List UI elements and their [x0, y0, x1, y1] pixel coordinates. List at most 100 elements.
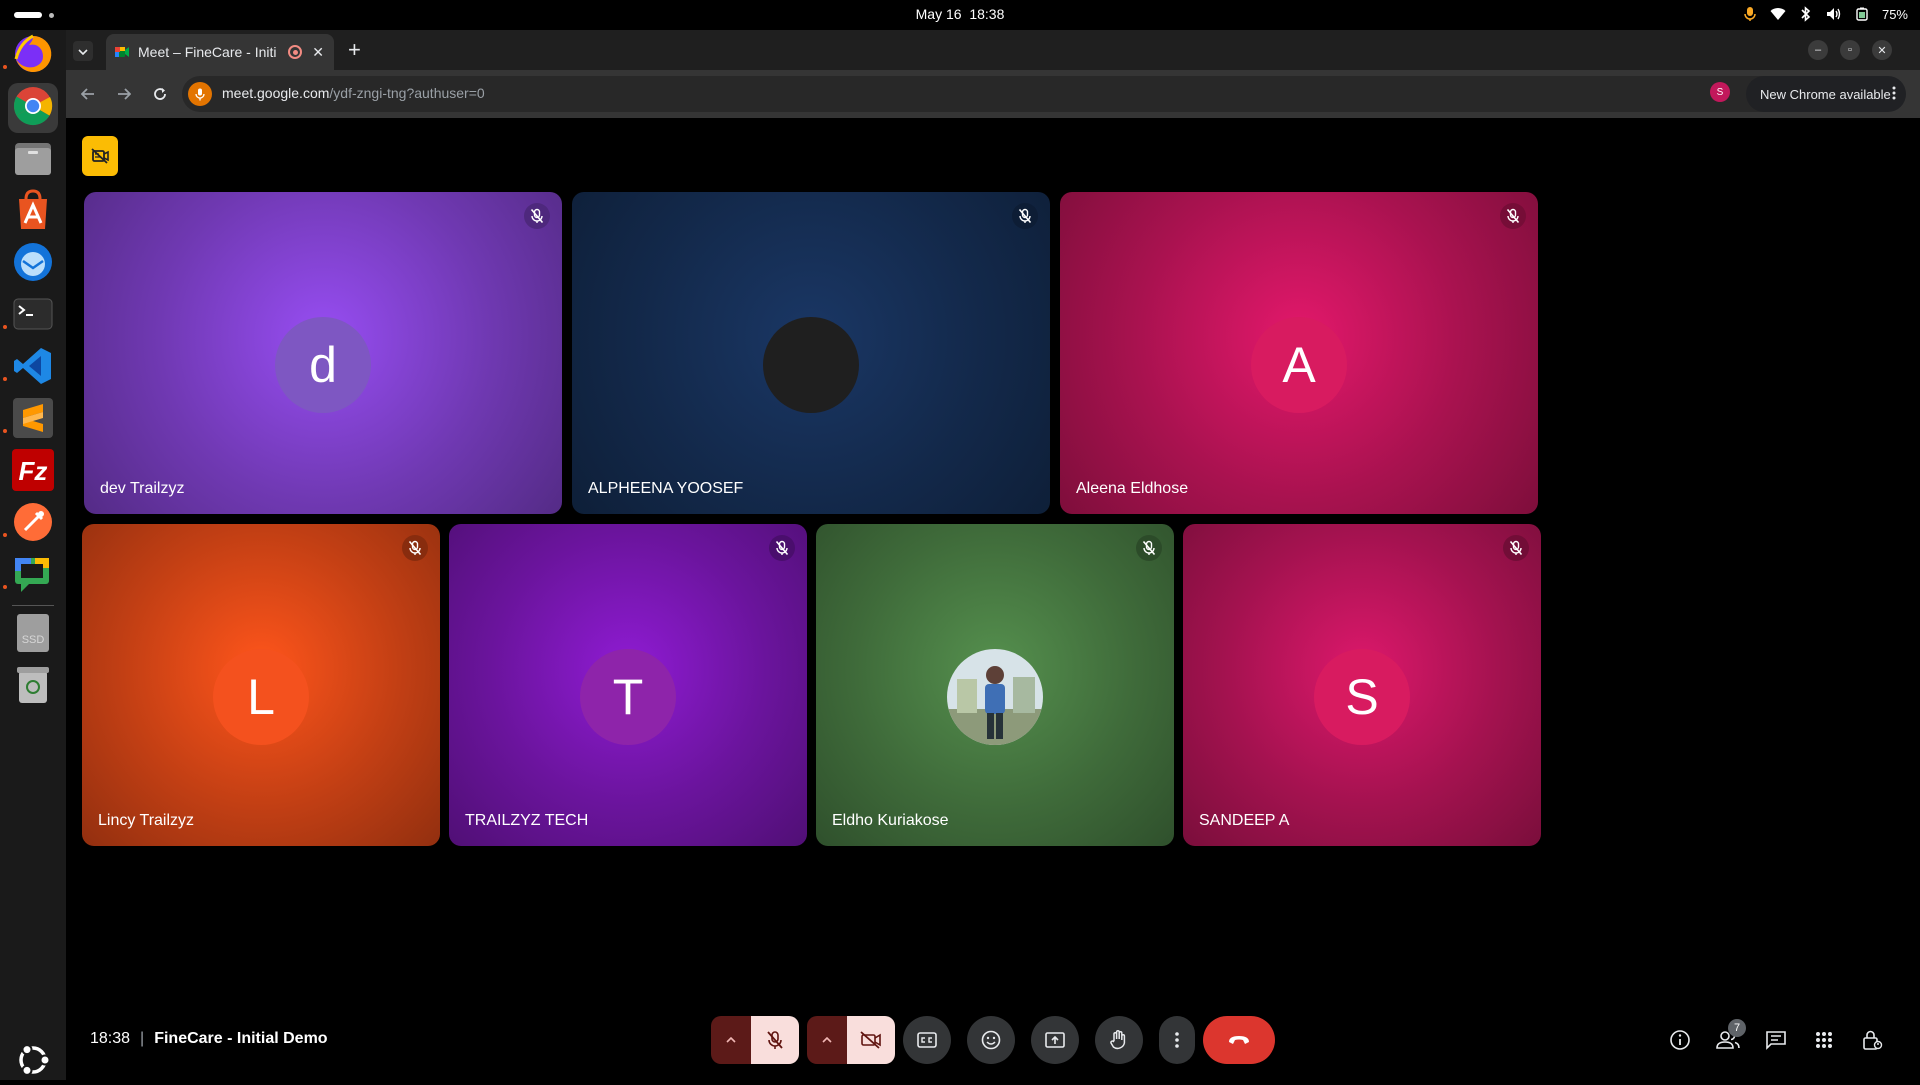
meeting-time: 18:38	[90, 1030, 131, 1047]
google-chat-icon	[13, 554, 53, 599]
firefox-launcher[interactable]	[8, 31, 58, 81]
browser-toolbar: meet.google.com/ydf-zngi-tng?authuser=0 …	[66, 70, 1920, 118]
trash-launcher[interactable]	[8, 662, 58, 712]
forward-button[interactable]	[112, 82, 136, 106]
postman-launcher[interactable]	[8, 499, 58, 549]
info-icon	[1670, 1030, 1690, 1050]
tab-close-icon[interactable]: ✕	[310, 44, 326, 61]
people-button[interactable]: 7	[1716, 1019, 1746, 1052]
microphone-toggle-button[interactable]	[751, 1016, 799, 1064]
meeting-info: 18:38 | FineCare - Initial Demo	[90, 1030, 328, 1048]
emoji-icon	[981, 1030, 1001, 1050]
video-settings-button[interactable]	[807, 1016, 847, 1064]
thunderbird-icon	[12, 241, 54, 288]
ssd-drive-launcher[interactable]: SSD	[8, 610, 58, 660]
end-call-icon	[1229, 1036, 1249, 1044]
chrome-launcher[interactable]	[8, 83, 58, 133]
meet-status-badge[interactable]	[82, 136, 118, 176]
site-mic-permission-icon[interactable]	[188, 82, 212, 106]
meeting-title: FineCare - Initial Demo	[154, 1030, 328, 1047]
muted-mic-icon	[402, 535, 428, 561]
volume-icon	[1826, 6, 1842, 22]
participant-avatar: T	[580, 649, 676, 745]
muted-mic-icon	[1136, 535, 1162, 561]
app-center-launcher[interactable]	[8, 187, 58, 237]
participant-avatar: A	[1251, 317, 1347, 413]
chat-button[interactable]	[1764, 1028, 1788, 1052]
more-options-button[interactable]	[1159, 1016, 1195, 1064]
participant-profile-photo	[947, 649, 1043, 745]
new-tab-button[interactable]: +	[348, 39, 361, 61]
meet-stage: d dev Trailzyz ALPHEENA YOOSEF A Aleena …	[66, 118, 1920, 1080]
participant-name: ALPHEENA YOOSEF	[588, 480, 744, 497]
vscode-icon	[13, 346, 53, 391]
participant-name: Aleena Eldhose	[1076, 480, 1189, 497]
tab-search-button[interactable]	[73, 41, 93, 61]
back-button[interactable]	[76, 82, 100, 106]
profile-avatar[interactable]: S	[1710, 82, 1730, 102]
trash-icon	[17, 665, 49, 710]
participant-tile[interactable]: T TRAILZYZ TECH	[449, 524, 807, 846]
system-time: 18:38	[969, 6, 1005, 22]
activities-button[interactable]	[1812, 1028, 1836, 1052]
minimize-button[interactable]: –	[1808, 40, 1828, 60]
ssd-drive-icon: SSD	[16, 613, 50, 658]
chrome-update-button[interactable]: New Chrome available	[1746, 76, 1906, 112]
camera-toggle-button[interactable]	[847, 1016, 895, 1064]
person-photo-icon	[947, 649, 1043, 745]
wifi-icon	[1770, 6, 1786, 22]
system-tray[interactable]: 75%	[1742, 6, 1908, 22]
vscode-launcher[interactable]	[8, 343, 58, 393]
dock-separator	[12, 605, 54, 606]
url-host: meet.google.com	[222, 85, 330, 101]
chevron-up-icon	[726, 1037, 736, 1043]
participant-avatar: S	[1314, 649, 1410, 745]
running-indicator	[3, 533, 7, 537]
chrome-icon	[12, 85, 54, 132]
captions-button[interactable]	[903, 1016, 951, 1064]
participant-avatar: d	[275, 317, 371, 413]
close-window-button[interactable]: ✕	[1872, 40, 1892, 60]
video-off-badge-icon	[91, 148, 109, 164]
filezilla-launcher[interactable]: Fz	[8, 447, 58, 497]
muted-mic-icon	[769, 535, 795, 561]
participant-tile[interactable]: Eldho Kuriakose	[816, 524, 1174, 846]
update-label: New Chrome available	[1760, 86, 1891, 102]
participant-name: TRAILZYZ TECH	[465, 812, 589, 829]
reactions-button[interactable]	[967, 1016, 1015, 1064]
chat-icon	[1766, 1031, 1786, 1050]
files-launcher[interactable]	[8, 135, 58, 185]
participant-name: SANDEEP A	[1199, 812, 1290, 829]
restore-button[interactable]: ▫	[1840, 40, 1860, 60]
thunderbird-launcher[interactable]	[8, 239, 58, 289]
bluetooth-icon	[1798, 6, 1814, 22]
host-controls-button[interactable]	[1860, 1028, 1884, 1052]
microphone-in-use-icon	[1742, 6, 1758, 22]
reload-button[interactable]	[148, 82, 172, 106]
tab-meet[interactable]: Meet – FineCare - Initi ✕	[106, 34, 334, 70]
meeting-details-button[interactable]	[1668, 1028, 1692, 1052]
terminal-launcher[interactable]	[8, 291, 58, 341]
address-bar[interactable]: meet.google.com/ydf-zngi-tng?authuser=0	[182, 76, 1788, 112]
participant-tile[interactable]: L Lincy Trailzyz	[82, 524, 440, 846]
raise-hand-button[interactable]	[1095, 1016, 1143, 1064]
participant-tile[interactable]: A Aleena Eldhose	[1060, 192, 1538, 514]
postman-icon	[12, 501, 54, 548]
running-indicator	[3, 65, 7, 69]
participant-tile[interactable]: S SANDEEP A	[1183, 524, 1541, 846]
participant-name: Lincy Trailzyz	[98, 812, 195, 829]
reload-icon	[154, 88, 166, 100]
battery-percentage: 75%	[1881, 6, 1908, 22]
present-screen-button[interactable]	[1031, 1016, 1079, 1064]
present-screen-icon	[1045, 1032, 1065, 1048]
sublime-launcher[interactable]	[8, 395, 58, 445]
tab-strip: Meet – FineCare - Initi ✕ + – ▫ ✕	[66, 30, 1920, 70]
system-clock[interactable]: May 16 18:38	[0, 6, 1920, 22]
google-chat-launcher[interactable]	[8, 551, 58, 601]
show-apps-button[interactable]	[13, 1040, 53, 1080]
video-off-icon	[860, 1031, 881, 1049]
leave-call-button[interactable]	[1203, 1016, 1275, 1064]
participant-tile[interactable]: ALPHEENA YOOSEF	[572, 192, 1050, 514]
participant-tile[interactable]: d dev Trailzyz	[84, 192, 562, 514]
audio-settings-button[interactable]	[711, 1016, 751, 1064]
